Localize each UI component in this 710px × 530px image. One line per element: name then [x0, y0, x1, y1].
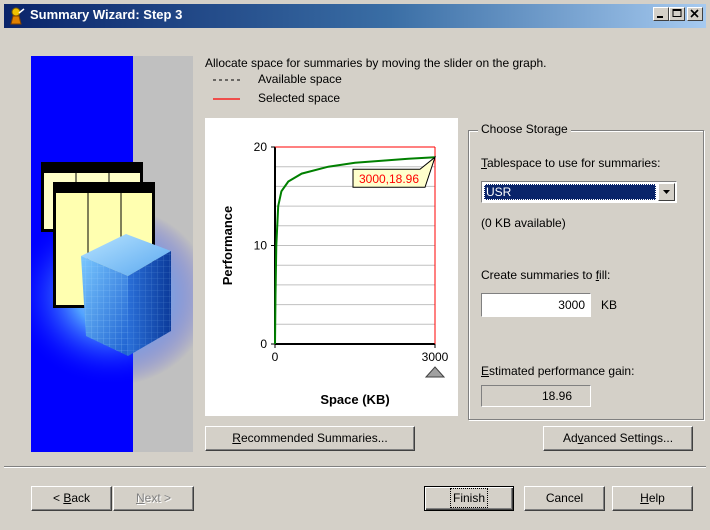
- title-bar[interactable]: Summary Wizard: Step 3: [4, 4, 706, 28]
- gain-label-accesskey: E: [481, 364, 490, 378]
- gain-label-text: stimated performance gain:: [489, 364, 635, 378]
- legend-available-label: Available space: [258, 72, 342, 86]
- window-title: Summary Wizard: Step 3: [30, 7, 183, 22]
- wizard-window: Summary Wizard: Step 3 Allocate space fo…: [0, 0, 710, 530]
- close-icon: [690, 9, 699, 18]
- y-tick-label: 0: [260, 337, 267, 351]
- x-axis-title: Space (KB): [320, 392, 389, 407]
- tablespace-dropdown-button[interactable]: [658, 183, 675, 201]
- x-tick-label: 3000: [422, 350, 449, 364]
- cancel-label: Cancel: [545, 491, 584, 505]
- fill-label-prefix: Create summaries to: [481, 268, 596, 282]
- finish-label: Finish: [449, 488, 489, 508]
- maximize-icon: [672, 9, 682, 17]
- wizard-icon: [10, 7, 25, 25]
- next-accesskey: N: [135, 491, 145, 505]
- help-button[interactable]: Help: [612, 486, 693, 511]
- advanced-label-prefix: Ad: [562, 431, 578, 445]
- performance-chart[interactable]: 0 10 20 0 3000 Performance Space (KB) 3000,18.9…: [205, 118, 458, 416]
- finish-button[interactable]: Finish: [424, 486, 514, 511]
- recommended-accesskey: R: [232, 431, 241, 445]
- selected-space-legend-swatch: [213, 98, 240, 100]
- next-label: ext >: [144, 491, 172, 505]
- footer-separator: [4, 466, 706, 468]
- cancel-button[interactable]: Cancel: [524, 486, 605, 511]
- x-tick-label: 0: [272, 350, 279, 364]
- tablespace-label-text: ablespace to use for summaries:: [487, 156, 661, 170]
- minimize-button[interactable]: [653, 7, 669, 21]
- back-label: ack: [71, 491, 91, 505]
- y-tick-label: 20: [254, 140, 268, 154]
- close-button[interactable]: [687, 7, 703, 21]
- recommended-summaries-button[interactable]: Recommended Summaries...: [205, 426, 415, 451]
- gain-label: Estimated performance gain:: [481, 364, 634, 378]
- y-tick-label: 10: [254, 239, 268, 253]
- advanced-settings-button[interactable]: Advanced Settings...: [543, 426, 693, 451]
- tablespace-select-value: USR: [484, 184, 656, 200]
- legend-selected-label: Selected space: [258, 91, 341, 105]
- database-cube-illustration: [31, 162, 193, 386]
- choose-storage-title: Choose Storage: [478, 122, 571, 136]
- back-button[interactable]: < Back: [31, 486, 112, 511]
- available-space-legend-swatch: [213, 79, 240, 81]
- help-label: elp: [648, 491, 665, 505]
- fill-label: Create summaries to fill:: [481, 268, 610, 282]
- back-label-prefix: <: [52, 491, 64, 505]
- wizard-artwork: [31, 56, 193, 452]
- tablespace-label: Tablespace to use for summaries:: [481, 156, 660, 170]
- maximize-button[interactable]: [669, 7, 685, 21]
- y-axis-title: Performance: [220, 206, 235, 285]
- performance-gain-value: 18.96: [481, 385, 591, 407]
- available-space-text: (0 KB available): [481, 216, 566, 230]
- performance-graph[interactable]: 0 10 20 0 3000 Performance Space (KB) 3000,18.9…: [205, 118, 458, 416]
- summary-size-input[interactable]: 3000: [481, 293, 591, 317]
- tablespace-select[interactable]: USR: [481, 181, 677, 203]
- instruction-text: Allocate space for summaries by moving t…: [205, 56, 547, 70]
- advanced-label-suffix: anced Settings...: [583, 431, 674, 445]
- chevron-down-icon: [663, 190, 670, 194]
- recommended-label: ecommended Summaries...: [240, 431, 388, 445]
- minimize-icon: [657, 16, 663, 18]
- space-slider-handle[interactable]: [424, 366, 446, 378]
- data-callout-label: 3000,18.96: [359, 172, 419, 186]
- fill-label-suffix: ill:: [599, 268, 611, 282]
- next-button[interactable]: Next >: [113, 486, 194, 511]
- help-accesskey: H: [640, 491, 649, 505]
- fill-unit-label: KB: [601, 298, 618, 312]
